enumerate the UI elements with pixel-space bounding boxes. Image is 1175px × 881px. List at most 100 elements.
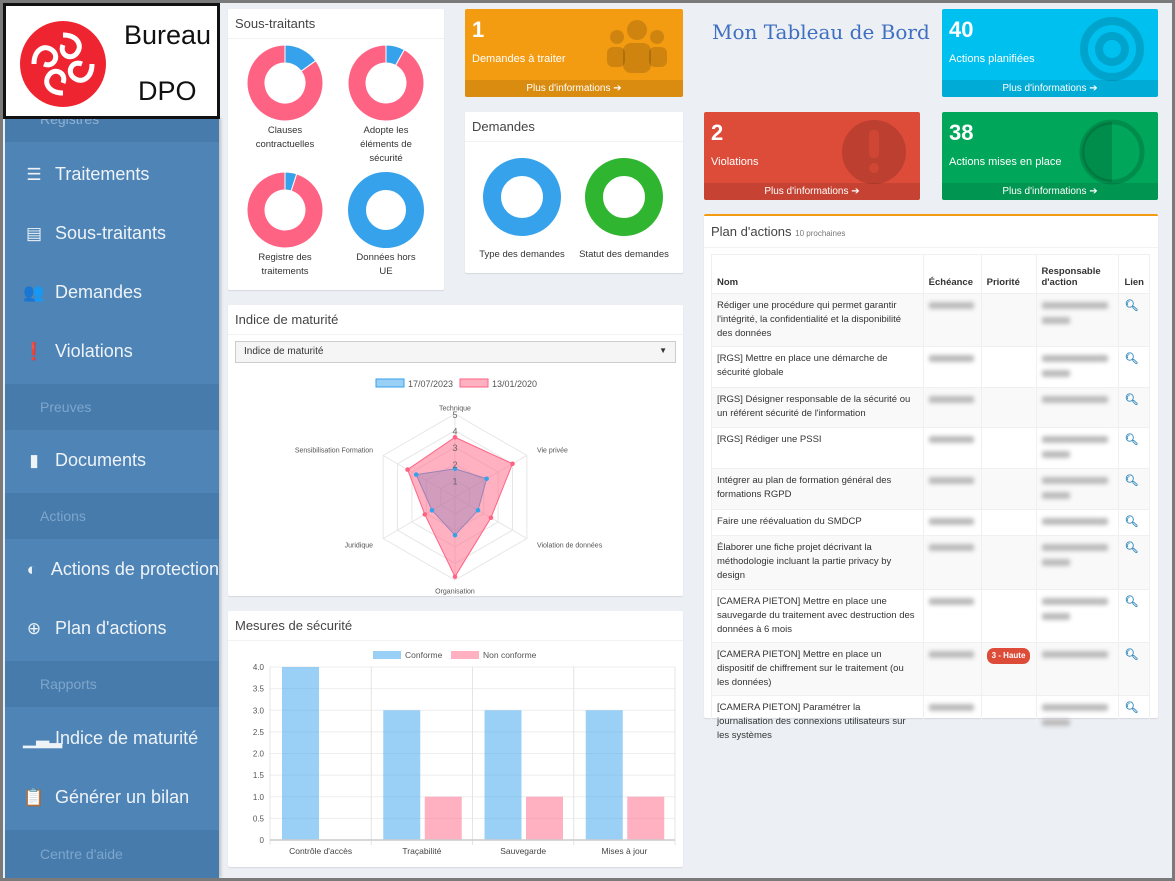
view-link[interactable]: 🔍︎ [1118,346,1150,388]
card-value: 38 [949,120,974,145]
donut-label: Données hors UE [356,252,415,277]
radar-tick-label: 2 [452,460,457,470]
redacted-responsable [1035,642,1120,696]
search-icon[interactable]: 🔍︎ [1124,516,1138,528]
donut-label: Type des demandes [479,249,565,260]
redacted-date [922,535,982,590]
priority-cell [980,346,1037,388]
sidebar-item-demandes[interactable]: 👥 Demandes [5,263,219,322]
sidebar-item-plan-actions[interactable]: ⊕ Plan d'actions [5,599,219,658]
logo-text-line2: DPO [138,76,197,106]
redacted-responsable [1035,509,1120,536]
sidebar-item-documents[interactable]: ▮ Documents [5,431,219,490]
donut-slice [585,158,663,236]
view-link[interactable]: 🔍︎ [1118,642,1150,696]
view-link[interactable]: 🔍︎ [1118,468,1150,510]
search-icon[interactable]: 🔍︎ [1124,394,1138,406]
legend-label: 17/07/2023 [408,379,453,389]
search-icon[interactable]: 🔍︎ [1124,434,1138,446]
action-name: [CAMERA PIETON] Mettre en place une sauv… [711,589,924,643]
search-icon[interactable]: 🔍︎ [1124,542,1138,554]
view-link[interactable]: 🔍︎ [1118,293,1150,347]
users-icon [607,20,667,73]
sidebar: Registres ☰ Traitements ▤ Sous-traitants 👥… [5,118,219,878]
x-tick-label: Traçabilité [402,846,441,856]
priority-cell [980,695,1037,749]
view-link[interactable]: 🔍︎ [1118,589,1150,643]
sidebar-item-generer-bilan[interactable]: 📋 Générer un bilan [5,768,219,827]
table-row: Faire une réévaluation du SMDCP 🔍︎ [711,509,1150,536]
sidebar-item-actions-protection[interactable]: ◐ Actions de protection [5,540,219,599]
search-icon[interactable]: 🔍︎ [1124,475,1138,487]
redacted-responsable [1035,293,1120,347]
bar [585,710,623,840]
priority-cell: 3 - Haute [980,642,1037,696]
more-info-link[interactable]: Plus d'informations ➔ [465,80,683,97]
action-name: Rédiger une procédure qui permet garanti… [711,293,924,347]
adjust-icon: ◐ [26,559,38,579]
priority-cell [980,535,1037,590]
bullseye-icon [1080,17,1144,81]
sidebar-item-violations[interactable]: ❗ Violations [5,322,219,381]
x-tick-label: Mises à jour [601,846,647,856]
redacted-responsable [1035,589,1120,643]
view-link[interactable]: 🔍︎ [1118,695,1150,749]
legend-swatch [375,378,405,388]
plan-panel: Plan d'actions 10 prochaines Nom Échéanc… [704,214,1158,749]
panel-title: Sous-traitants [228,9,444,39]
view-link[interactable]: 🔍︎ [1118,427,1150,469]
radar-point [475,507,481,513]
priority-cell [980,468,1037,510]
more-info-link[interactable]: Plus d'informations ➔ [704,183,920,200]
more-info-link[interactable]: Plus d'informations ➔ [942,183,1158,200]
redacted-responsable [1035,535,1120,590]
redacted-responsable [1035,695,1120,749]
redacted-date [922,589,982,643]
table-row: [CAMERA PIETON] Mettre en place un dispo… [711,642,1150,696]
col-responsable: Responsable d'action [1035,254,1120,294]
y-tick-label: 0.5 [253,814,265,823]
sous-traitants-panel: Sous-traitants Clauses contractuelles Adop… [228,9,444,290]
adjust-icon [1079,119,1145,185]
y-tick-label: 1.0 [253,793,265,802]
radar-point [484,476,489,482]
bar [383,710,421,840]
sidebar-item-label: Actions de protection [50,559,219,579]
redacted-responsable [1035,387,1120,428]
table-row: [CAMERA PIETON] Mettre en place une sauv… [711,589,1150,643]
sidebar-item-indice-maturite[interactable]: ▁▃▂ Indice de maturité [5,709,219,768]
logo-emblem-icon [20,21,106,107]
sidebar-item-label: Générer un bilan [55,787,190,807]
plan-subtitle: 10 prochaines [795,229,846,238]
logo[interactable]: Bureau DPO [3,3,220,119]
redacted-date [922,293,982,347]
search-icon[interactable]: 🔍︎ [1124,596,1138,608]
priority-cell [980,509,1037,536]
clipboard-icon: 📋 [23,787,45,807]
search-icon[interactable]: 🔍︎ [1124,353,1138,365]
radar-axis-label: Technique [439,405,471,412]
radar-tick-label: 3 [452,443,457,453]
search-icon[interactable]: 🔍︎ [1124,300,1138,312]
view-link[interactable]: 🔍︎ [1118,387,1150,428]
maturite-panel: Indice de maturité Indice de maturité ▼ 1… [228,305,683,596]
sidebar-item-traitements[interactable]: ☰ Traitements [5,145,219,204]
id-card-icon: ▤ [25,223,43,243]
priority-badge: 3 - Haute [986,648,1031,664]
radar-axis-label: Juridique [345,542,374,549]
card-actions-en-place: 38 Actions mises en place Plus d'informa… [942,112,1158,200]
view-link[interactable]: 🔍︎ [1118,535,1150,590]
table-row: [RGS] Mettre en place une démarche de sé… [711,346,1150,388]
radar-point [405,467,410,472]
bar [627,796,665,840]
table-row: Rédiger une procédure qui permet garanti… [711,293,1150,347]
legend-label: 13/01/2020 [492,379,537,389]
search-icon[interactable]: 🔍︎ [1124,649,1138,661]
sidebar-item-label: Demandes [55,282,143,302]
view-link[interactable]: 🔍︎ [1118,509,1150,536]
priority-cell [980,387,1037,428]
more-info-link[interactable]: Plus d'informations ➔ [942,80,1158,97]
search-icon[interactable]: 🔍︎ [1124,702,1138,714]
panel-title: Plan d'actions 10 prochaines [704,216,1158,248]
sidebar-item-sous-traitants[interactable]: ▤ Sous-traitants [5,204,219,263]
